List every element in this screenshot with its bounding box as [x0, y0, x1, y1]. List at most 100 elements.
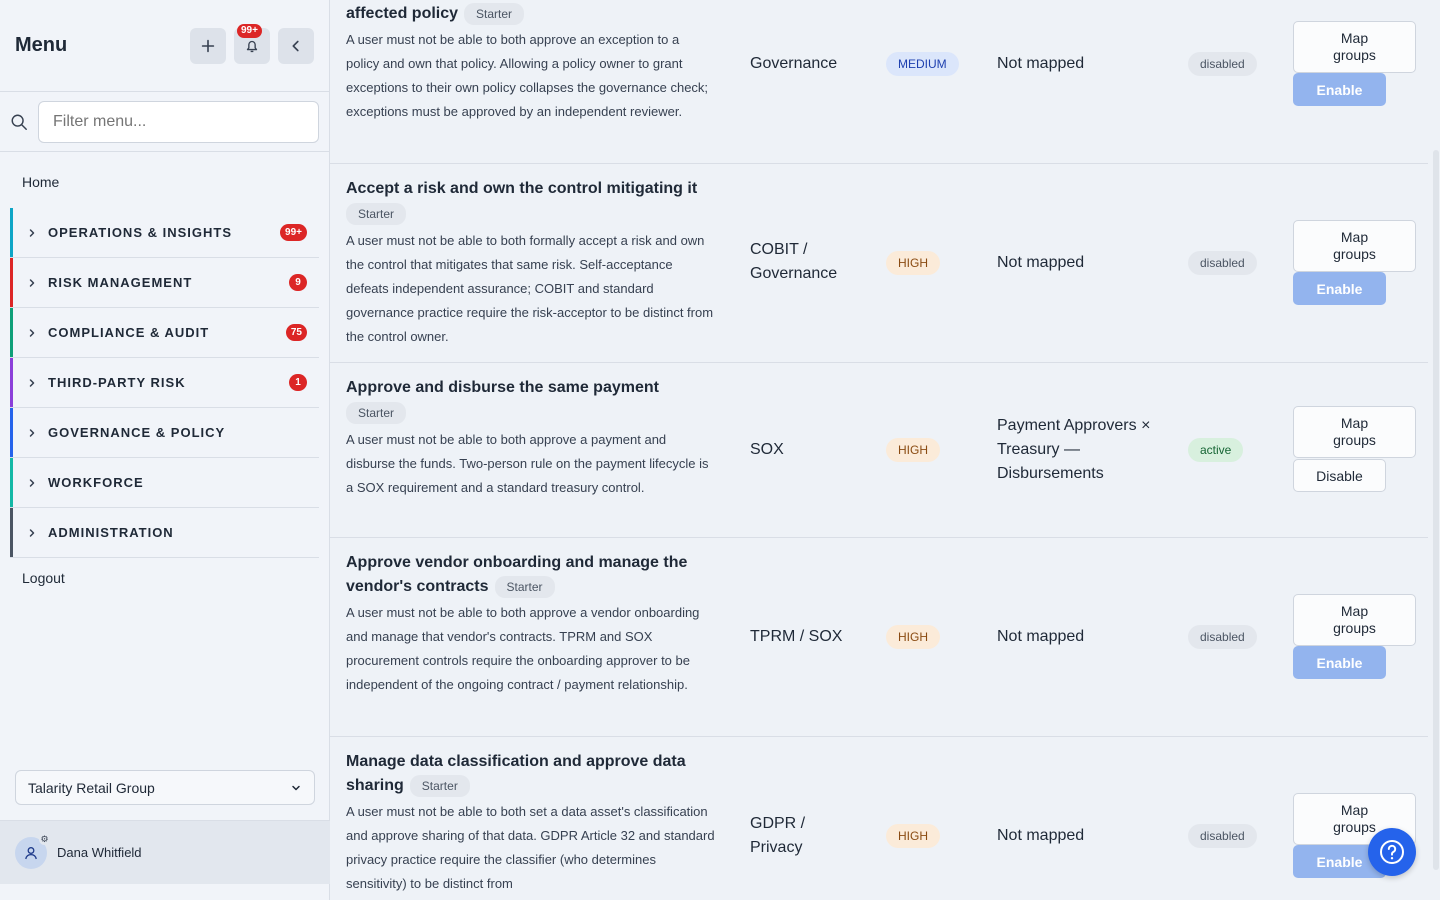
- enable-button[interactable]: Enable: [1293, 73, 1386, 106]
- chevron-right-icon: [29, 378, 35, 387]
- bell-icon: [246, 40, 258, 52]
- nav-section-count-badge: 99+: [280, 224, 307, 241]
- section-color-bar: [10, 458, 13, 507]
- nav-section-label: ADMINISTRATION: [48, 525, 174, 540]
- rule-title: Accept a risk and own the control mitiga…: [346, 180, 698, 197]
- user-name: Dana Whitfield: [57, 845, 142, 860]
- starter-tag: Starter: [346, 203, 407, 225]
- mapping-cell: Not mapped: [997, 827, 1085, 844]
- nav-section-label: OPERATIONS & INSIGHTS: [48, 225, 232, 240]
- menu-search: [0, 92, 329, 152]
- chevron-right-icon: [29, 478, 35, 487]
- disable-button[interactable]: Disable: [1293, 459, 1386, 492]
- chevron-right-icon: [29, 328, 35, 337]
- search-icon: [11, 114, 27, 130]
- nav-section-third-party-risk[interactable]: THIRD-PARTY RISK 1: [10, 358, 319, 408]
- rule-description: A user must not be able to both set a da…: [346, 804, 715, 891]
- framework-cell: COBIT / Governance: [750, 241, 838, 282]
- user-bar[interactable]: ⚙ Dana Whitfield: [0, 820, 330, 884]
- organization-name: Talarity Retail Group: [28, 779, 155, 796]
- map-groups-button[interactable]: Map groups: [1293, 220, 1416, 272]
- rule-description: A user must not be able to both formally…: [346, 233, 714, 344]
- organization-select[interactable]: Talarity Retail Group: [15, 770, 315, 805]
- section-color-bar: [10, 408, 13, 457]
- rule-title: Manage data classification and approve d…: [346, 753, 686, 794]
- nav-section-count-badge: 9: [289, 274, 307, 291]
- nav-logout[interactable]: Logout: [0, 558, 329, 598]
- filter-menu-input[interactable]: [38, 100, 319, 143]
- rule-description: A user must not be able to both approve …: [346, 605, 700, 692]
- framework-cell: TPRM / SOX: [750, 628, 843, 645]
- starter-tag: Starter: [409, 774, 470, 797]
- map-groups-button[interactable]: Map groups: [1293, 21, 1416, 73]
- nav-section-workforce[interactable]: WORKFORCE: [10, 458, 319, 508]
- starter-tag: Starter: [494, 575, 555, 598]
- nav-section-label: RISK MANAGEMENT: [48, 275, 193, 290]
- nav-section-governance-policy[interactable]: GOVERNANCE & POLICY: [10, 408, 319, 458]
- nav-section-label: WORKFORCE: [48, 475, 144, 490]
- severity-badge: HIGH: [886, 824, 940, 848]
- sidebar: Menu 99+ Home OPERATIONS & INSIGHTS 99+ RI…: [0, 0, 330, 900]
- nav-home[interactable]: Home: [0, 152, 329, 208]
- rules-table: affected policy Starter A user must not be…: [330, 0, 1440, 900]
- severity-badge: MEDIUM: [886, 52, 959, 76]
- collapse-sidebar-button[interactable]: [278, 27, 314, 64]
- table-row: Approve vendor onboarding and manage the…: [330, 538, 1428, 737]
- nav-section-administration[interactable]: ADMINISTRATION: [10, 508, 319, 558]
- framework-cell: Governance: [750, 55, 838, 72]
- rule-cell: Accept a risk and own the control mitiga…: [346, 177, 716, 349]
- mapping-cell: Not mapped: [997, 254, 1085, 271]
- chevron-right-icon: [29, 228, 35, 237]
- mapping-cell: Not mapped: [997, 628, 1085, 645]
- section-color-bar: [10, 308, 13, 357]
- plus-icon: [201, 39, 215, 52]
- map-groups-button[interactable]: Map groups: [1293, 594, 1416, 646]
- table-row: Approve and disburse the same payment Sta…: [330, 363, 1428, 538]
- nav-section-compliance-audit[interactable]: COMPLIANCE & AUDIT 75: [10, 308, 319, 358]
- chevron-left-icon: [292, 40, 299, 51]
- status-badge: disabled: [1188, 251, 1257, 275]
- section-color-bar: [10, 508, 13, 557]
- avatar[interactable]: ⚙: [15, 833, 50, 869]
- mapping-cell: Not mapped: [997, 55, 1085, 72]
- section-color-bar: [10, 258, 13, 307]
- sidebar-title: Menu: [15, 34, 68, 56]
- chevron-right-icon: [29, 428, 35, 437]
- notification-count-badge: 99+: [237, 23, 262, 38]
- severity-badge: HIGH: [886, 251, 940, 275]
- scrollbar-thumb[interactable]: [1433, 150, 1439, 870]
- status-badge: active: [1188, 438, 1244, 462]
- nav-section-count-badge: 75: [285, 324, 307, 341]
- help-button[interactable]: [1368, 828, 1416, 876]
- framework-cell: SOX: [750, 441, 784, 458]
- chevron-down-icon: [292, 785, 300, 790]
- rule-cell: affected policy Starter A user must not be…: [346, 2, 716, 124]
- nav-section-label: GOVERNANCE & POLICY: [48, 425, 226, 440]
- nav-section-operations-insights[interactable]: OPERATIONS & INSIGHTS 99+: [10, 208, 319, 258]
- starter-tag: Starter: [346, 402, 407, 424]
- nav-section-label: THIRD-PARTY RISK: [48, 375, 186, 390]
- add-button[interactable]: [190, 27, 226, 64]
- framework-cell: GDPR / Privacy: [750, 815, 806, 856]
- notifications-button[interactable]: 99+: [234, 23, 270, 64]
- rule-cell: Approve and disburse the same payment Sta…: [346, 376, 716, 500]
- help-icon: [1380, 840, 1404, 864]
- rule-title: affected policy: [346, 5, 459, 22]
- map-groups-button[interactable]: Map groups: [1293, 406, 1416, 458]
- table-row: affected policy Starter A user must not be…: [330, 0, 1428, 164]
- nav-section-count-badge: 1: [289, 374, 307, 391]
- enable-button[interactable]: Enable: [1293, 646, 1386, 679]
- mapping-cell: Payment Approvers × Treasury — Disbursem…: [997, 417, 1151, 482]
- rule-description: A user must not be able to both approve …: [346, 32, 709, 119]
- rule-description: A user must not be able to both approve …: [346, 432, 709, 495]
- severity-badge: HIGH: [886, 438, 940, 462]
- rule-cell: Approve vendor onboarding and manage the…: [346, 551, 716, 697]
- gear-icon: ⚙: [39, 833, 50, 845]
- status-badge: disabled: [1188, 52, 1257, 76]
- nav-section-risk-management[interactable]: RISK MANAGEMENT 9: [10, 258, 319, 308]
- enable-button[interactable]: Enable: [1293, 272, 1386, 305]
- section-color-bar: [10, 208, 13, 257]
- status-badge: disabled: [1188, 824, 1257, 848]
- chevron-right-icon: [29, 278, 35, 287]
- severity-badge: HIGH: [886, 625, 940, 649]
